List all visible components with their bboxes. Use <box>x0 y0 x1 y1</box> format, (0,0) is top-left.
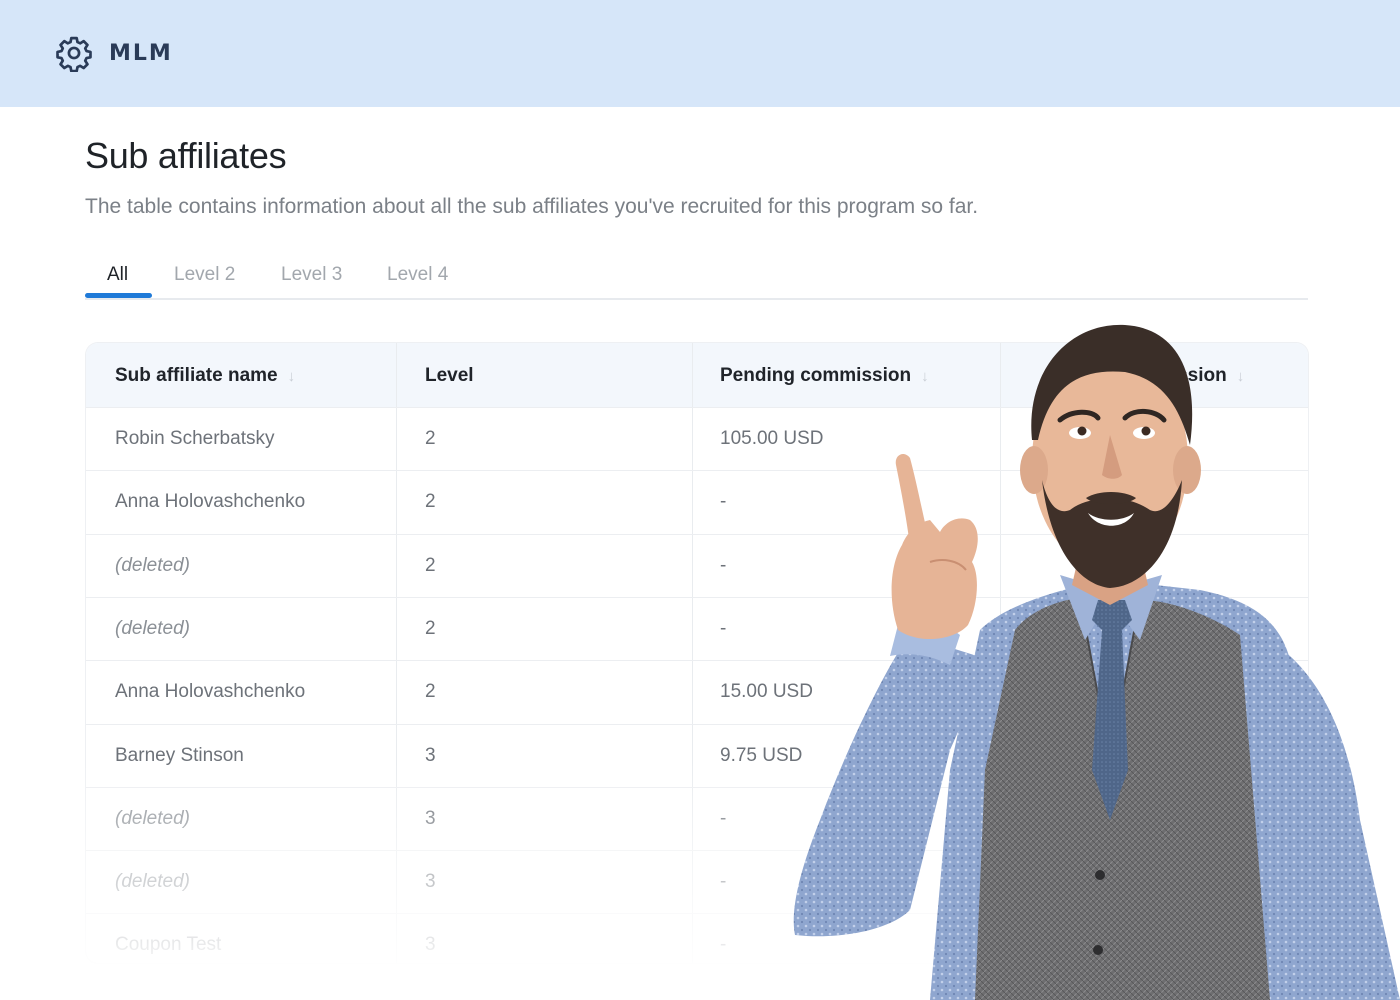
cell-level: 2 <box>425 617 436 639</box>
cell-sub-affiliate-name: Robin Scherbatsky <box>115 428 275 449</box>
page-title: Sub affiliates <box>85 135 287 176</box>
screen: MLM Sub affiliates The table contains in… <box>0 0 1400 1000</box>
tab-level-3[interactable]: Level 3 <box>281 264 342 286</box>
cell-pending-commission: - <box>720 491 727 513</box>
gear-icon <box>55 34 93 72</box>
cell-sub-affiliate-name: (deleted) <box>115 554 190 576</box>
tab-bar: All Level 2 Level 3 Level 4 <box>85 255 1308 300</box>
cell-level: 2 <box>425 428 436 449</box>
cell-sub-affiliate-name: Anna Holovashchenko <box>115 681 306 703</box>
brand-name: MLM <box>109 40 173 66</box>
cell-sub-affiliate-name: Anna Holovashchenko <box>115 491 306 513</box>
column-header-label: Sub affiliate name <box>115 365 278 386</box>
column-header-level: Level <box>425 365 474 387</box>
man-pointing-up-photo <box>793 324 1400 1000</box>
cell-pending-commission: - <box>720 554 727 576</box>
top-bar: MLM <box>0 0 1400 107</box>
cell-pending-commission: - <box>720 617 727 639</box>
brand[interactable]: MLM <box>55 34 173 72</box>
page-description: The table contains information about all… <box>85 195 979 218</box>
column-header-name[interactable]: Sub affiliate name ↓ <box>115 365 295 387</box>
cell-level: 2 <box>425 681 436 703</box>
arrow-down-icon[interactable]: ↓ <box>288 368 296 385</box>
tab-level-2[interactable]: Level 2 <box>174 264 235 286</box>
column-header-label: Level <box>425 365 474 386</box>
tab-all[interactable]: All <box>107 264 128 286</box>
cell-level: 2 <box>425 554 436 576</box>
cell-sub-affiliate-name: (deleted) <box>115 617 190 639</box>
tab-level-4[interactable]: Level 4 <box>387 264 448 286</box>
active-tab-indicator <box>85 293 152 298</box>
cell-level: 2 <box>425 491 436 513</box>
